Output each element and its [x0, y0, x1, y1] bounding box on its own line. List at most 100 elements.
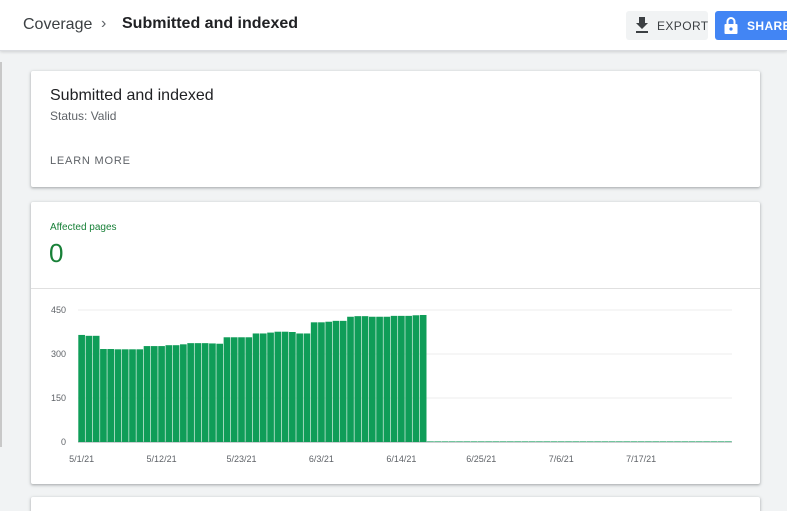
chart-bar[interactable] — [565, 441, 572, 442]
chart-bar[interactable] — [623, 441, 630, 442]
chart-bar[interactable] — [645, 441, 652, 442]
chart-bar[interactable] — [419, 314, 427, 442]
chart-bar[interactable] — [521, 441, 529, 442]
chart-bar[interactable] — [318, 322, 325, 442]
chart-bar[interactable] — [703, 441, 710, 442]
chart-bar[interactable] — [485, 441, 492, 442]
chart-bar[interactable] — [245, 337, 253, 442]
chart-bar[interactable] — [296, 333, 303, 442]
chart-bar[interactable] — [557, 441, 565, 442]
chart-bar[interactable] — [223, 337, 231, 442]
chart-bar[interactable] — [376, 316, 383, 442]
chart-bar[interactable] — [514, 441, 521, 442]
chart-bar[interactable] — [550, 441, 558, 442]
chart-bar[interactable] — [579, 441, 587, 442]
chart-bar[interactable] — [470, 441, 478, 442]
breadcrumb-coverage-link[interactable]: Coverage — [23, 16, 92, 34]
chart-bar[interactable] — [143, 346, 151, 442]
chart-bar[interactable] — [710, 441, 718, 442]
chart-bar[interactable] — [688, 441, 696, 442]
chart-bar[interactable] — [695, 441, 703, 442]
chart-bar[interactable] — [252, 333, 260, 442]
chart-bar[interactable] — [398, 315, 405, 442]
chart-bar[interactable] — [121, 349, 129, 442]
chart-bar[interactable] — [136, 349, 144, 442]
chart-bar[interactable] — [325, 321, 333, 442]
chart-bar[interactable] — [194, 343, 202, 442]
chart-bar[interactable] — [310, 322, 318, 442]
chart-bar[interactable] — [717, 441, 725, 442]
chart-bar[interactable] — [659, 441, 667, 442]
chart-bar[interactable] — [608, 441, 616, 442]
chart-bar[interactable] — [674, 441, 681, 442]
chart-bar[interactable] — [448, 441, 456, 442]
chart-bar[interactable] — [601, 441, 609, 442]
chart-bar[interactable] — [456, 441, 463, 442]
chart-bar[interactable] — [187, 343, 194, 442]
chart-bar[interactable] — [129, 349, 136, 442]
chart-bar[interactable] — [78, 334, 85, 442]
chart-bar[interactable] — [339, 320, 347, 442]
chart-bar[interactable] — [434, 441, 442, 442]
chart-bar[interactable] — [114, 349, 122, 442]
chart-bar[interactable] — [528, 441, 536, 442]
chart-bar[interactable] — [463, 441, 471, 442]
chart-bar[interactable] — [347, 316, 354, 442]
page-left-rule — [0, 62, 2, 447]
chart-bar[interactable] — [303, 333, 311, 442]
chart-bar[interactable] — [616, 441, 623, 442]
chart-bar[interactable] — [259, 333, 267, 442]
chart-bar[interactable] — [441, 441, 449, 442]
chart-bar[interactable] — [100, 349, 107, 442]
chart-bar[interactable] — [289, 332, 296, 442]
chart-bar[interactable] — [230, 337, 238, 442]
chart-bar[interactable] — [594, 441, 601, 442]
chart-bar[interactable] — [354, 316, 362, 442]
chart-bar[interactable] — [180, 344, 187, 442]
chart-bar[interactable] — [492, 441, 500, 442]
chart-bar[interactable] — [368, 316, 376, 442]
chart-bar[interactable] — [427, 441, 434, 442]
chart-bar[interactable] — [92, 335, 100, 442]
chart-bar[interactable] — [172, 345, 180, 442]
chart-bar[interactable] — [405, 315, 412, 442]
learn-more-link[interactable]: LEARN MORE — [50, 155, 131, 167]
chart-bar[interactable] — [681, 441, 689, 442]
chart-bar[interactable] — [725, 441, 732, 442]
chart-bar[interactable] — [390, 315, 398, 442]
chart-bar[interactable] — [107, 349, 115, 442]
chart-bar[interactable] — [630, 441, 638, 442]
chart-bar[interactable] — [85, 335, 93, 442]
chart-bar[interactable] — [201, 343, 209, 442]
chart-bar[interactable] — [332, 320, 340, 442]
export-button[interactable]: EXPORT — [626, 11, 708, 40]
chart-bar[interactable] — [281, 331, 289, 442]
chart-bar[interactable] — [209, 343, 216, 442]
x-tick-label: 5/23/21 — [226, 454, 256, 464]
page-title: Submitted and indexed — [122, 15, 299, 32]
chart-bar[interactable] — [361, 316, 369, 442]
chart-bar[interactable] — [543, 441, 551, 442]
chart-bar[interactable] — [216, 343, 224, 442]
chart-bar[interactable] — [274, 331, 282, 442]
download-icon — [636, 17, 648, 33]
chart-bar[interactable] — [383, 316, 391, 442]
export-button-label: EXPORT — [657, 19, 709, 33]
chart-bar[interactable] — [477, 441, 485, 442]
chart-bar[interactable] — [165, 345, 173, 442]
chart-bar[interactable] — [150, 346, 158, 442]
chart-bar[interactable] — [499, 441, 507, 442]
chart-bar[interactable] — [652, 441, 660, 442]
chart-bar[interactable] — [158, 346, 165, 442]
chart-bar[interactable] — [536, 441, 543, 442]
chart-bar[interactable] — [238, 337, 245, 442]
chart-bar[interactable] — [572, 441, 580, 442]
chart-bar[interactable] — [586, 441, 594, 442]
chart-bar[interactable] — [507, 441, 514, 442]
y-tick-label: 150 — [51, 393, 66, 403]
chart-bar[interactable] — [267, 332, 274, 442]
share-button[interactable]: SHARE — [715, 11, 787, 40]
chart-bar[interactable] — [412, 315, 420, 442]
chart-bar[interactable] — [666, 441, 674, 442]
chart-bar[interactable] — [637, 441, 645, 442]
